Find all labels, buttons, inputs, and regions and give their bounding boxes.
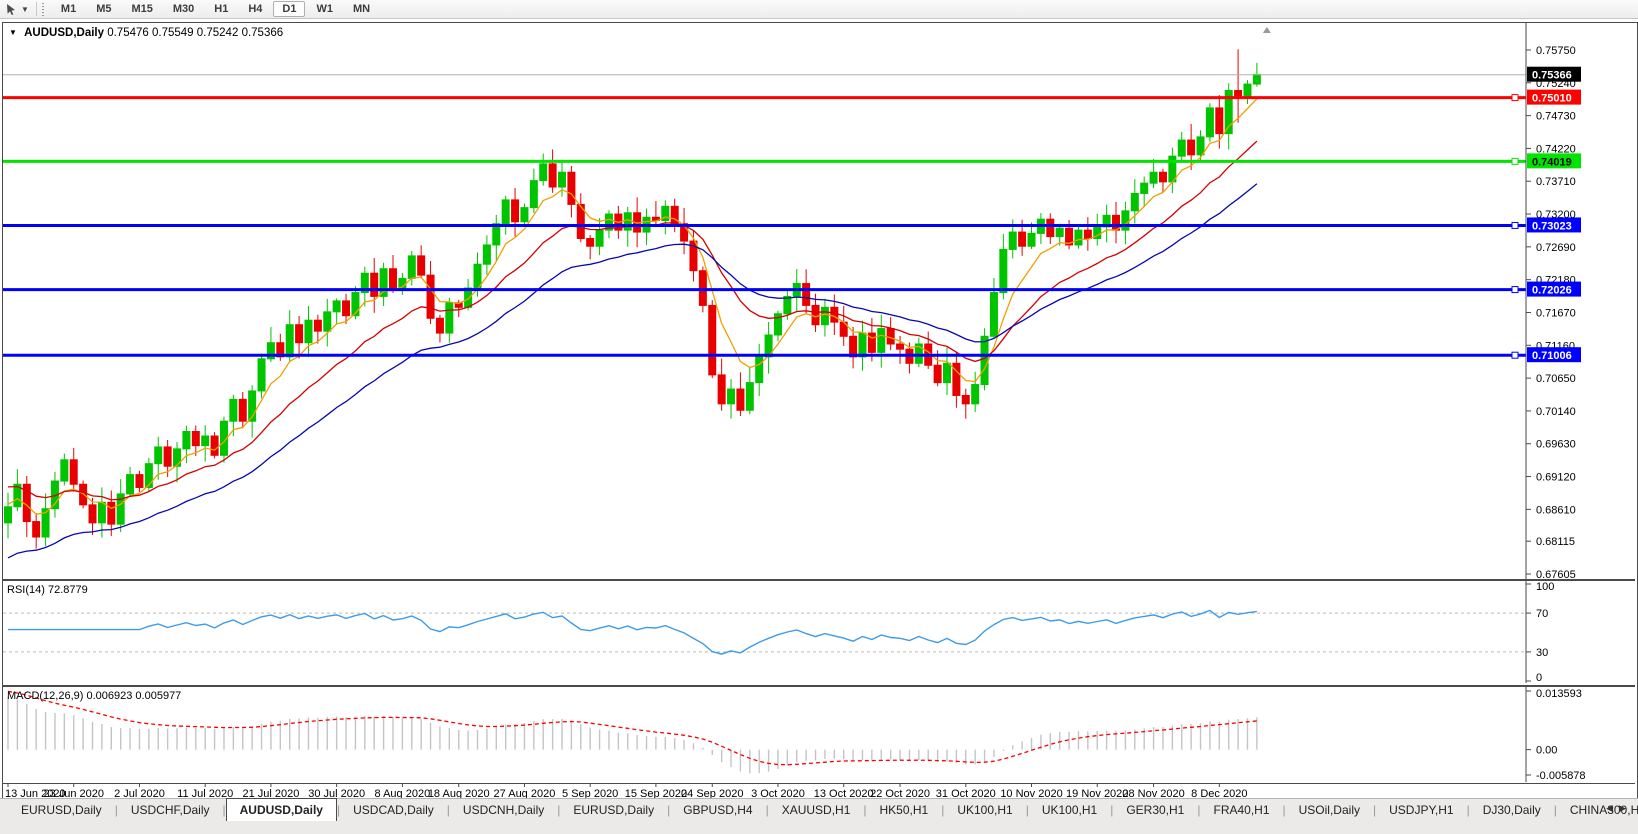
toolbar-separator [36, 2, 37, 16]
price-badge: 0.75366 [1527, 67, 1581, 82]
chart-tab-gbpusd-h4[interactable]: GBPUSD,H4 [670, 800, 765, 821]
timeframe-toolbar: ▼ M1M5M15M30H1H4D1W1MN [0, 0, 1638, 19]
rsi-axis-label: 70 [1536, 608, 1548, 620]
hline-handle[interactable] [1512, 287, 1518, 293]
chart-tab-uk100-h1[interactable]: UK100,H1 [1029, 800, 1110, 821]
svg-text:0.75366: 0.75366 [1532, 70, 1572, 82]
svg-text:0.70650: 0.70650 [1536, 373, 1576, 385]
chart-window: ▼ AUDUSD,Daily 0.75476 0.75549 0.75242 0… [2, 22, 1638, 800]
ohlc-open: 0.75476 [107, 27, 149, 39]
symbol-label: AUDUSD,Daily [24, 27, 104, 39]
timeframe-button-m30[interactable]: M30 [164, 1, 203, 17]
timeframe-button-w1[interactable]: W1 [307, 1, 342, 17]
rsi-chart[interactable]: 100 70 30 0 [3, 581, 1635, 683]
macd-axis-label: 0.00 [1536, 745, 1557, 757]
chart-tab-xauusd-h1[interactable]: XAUUSD,H1 [769, 800, 864, 821]
macd-label: MACD(12,26,9) 0.006923 0.005977 [7, 690, 181, 702]
chart-tab-usoil-daily[interactable]: USOil,Daily [1286, 800, 1373, 821]
mt4-window: ▼ M1M5M15M30H1H4D1W1MN ▼ AUDUSD,Daily 0.… [0, 0, 1638, 834]
chart-tab-fra40-h1[interactable]: FRA40,H1 [1200, 800, 1282, 821]
toolbar-grip[interactable] [42, 3, 46, 16]
ohlc-low: 0.75242 [197, 27, 239, 39]
tab-scroll-arrows: ◀▶ [1606, 803, 1632, 814]
ohlc-close: 0.75366 [242, 27, 284, 39]
ohlc-high: 0.75549 [152, 27, 194, 39]
svg-text:0.67605: 0.67605 [1536, 569, 1576, 579]
scroll-left-icon[interactable]: ◀ [1606, 803, 1619, 813]
svg-text:0.71670: 0.71670 [1536, 307, 1576, 319]
chart-tab-audusd-daily[interactable]: AUDUSD,Daily [226, 798, 337, 821]
chart-tab-usdcad-daily[interactable]: USDCAD,Daily [340, 800, 447, 821]
svg-text:0.70140: 0.70140 [1536, 406, 1576, 418]
chart-tab-usdcnh-daily[interactable]: USDCNH,Daily [450, 800, 557, 821]
cursor-icon [5, 3, 18, 16]
chart-tool-icon[interactable] [1, 2, 21, 16]
chart-tab-bar: EURUSD,Daily|USDCHF,Daily|AUDUSD,Daily|U… [0, 798, 1638, 834]
price-badge: 0.75010 [1527, 90, 1581, 105]
chart-tab-uk100-h1[interactable]: UK100,H1 [944, 800, 1025, 821]
svg-text:0.75010: 0.75010 [1532, 93, 1572, 105]
timeframe-button-m5[interactable]: M5 [87, 1, 120, 17]
price-axis-ticks: 0.757500.752400.747300.742200.737100.732… [1526, 45, 1576, 579]
macd-pane[interactable]: MACD(12,26,9) 0.006923 0.005977 0.013593… [3, 685, 1635, 784]
svg-text:0.72690: 0.72690 [1536, 242, 1576, 254]
chart-tabs: EURUSD,Daily|USDCHF,Daily|AUDUSD,Daily|U… [0, 799, 1638, 821]
chart-title: ▼ AUDUSD,Daily 0.75476 0.75549 0.75242 0… [9, 27, 283, 39]
macd-axis-label: -0.005878 [1536, 770, 1586, 782]
svg-text:0.72026: 0.72026 [1532, 285, 1572, 297]
timeframe-button-h4[interactable]: H4 [239, 1, 271, 17]
price-badge: 0.73023 [1527, 217, 1581, 232]
candlestick-series [5, 49, 1261, 548]
svg-text:0.73023: 0.73023 [1532, 220, 1572, 232]
candlestick-chart[interactable]: 0.757500.752400.747300.742200.737100.732… [3, 23, 1635, 579]
price-badge: 0.72026 [1527, 282, 1581, 297]
chart-tab-hk50-h1[interactable]: HK50,H1 [867, 800, 942, 821]
chart-tab-eurusd-daily[interactable]: EURUSD,Daily [560, 800, 667, 821]
svg-text:0.68610: 0.68610 [1536, 504, 1576, 516]
macd-histogram [8, 697, 1257, 774]
chart-tab-ger30-h1[interactable]: GER30,H1 [1113, 800, 1197, 821]
chart-tab-dj30-daily[interactable]: DJ30,Daily [1470, 800, 1554, 821]
chart-tab-eurusd-daily[interactable]: EURUSD,Daily [8, 800, 115, 821]
svg-text:0.74730: 0.74730 [1536, 111, 1576, 123]
timeframe-buttons: M1M5M15M30H1H4D1W1MN [51, 3, 380, 15]
price-badge: 0.74019 [1527, 153, 1581, 168]
rsi-axis-label: 30 [1536, 647, 1548, 659]
chevron-down-icon[interactable]: ▼ [9, 28, 17, 37]
macd-axis-label: 0.013593 [1536, 688, 1582, 700]
hline-handle[interactable] [1512, 158, 1518, 164]
shift-marker-icon [1263, 27, 1271, 33]
macd-chart[interactable]: 0.013593 0.00 -0.005878 [3, 687, 1635, 782]
hline-handle[interactable] [1512, 95, 1518, 101]
timeframe-button-d1[interactable]: D1 [273, 1, 305, 17]
svg-text:0.73710: 0.73710 [1536, 176, 1576, 188]
hline-handle[interactable] [1512, 352, 1518, 358]
rsi-axis-label: 100 [1536, 581, 1554, 593]
svg-text:0.69120: 0.69120 [1536, 472, 1576, 484]
date-axis-labels: 13 Jun 202023 Jun 20202 Jul 202011 Jul 2… [3, 784, 1635, 799]
rsi-label: RSI(14) 72.8779 [7, 584, 88, 596]
chevron-down-icon[interactable]: ▼ [21, 5, 29, 14]
svg-text:0.75750: 0.75750 [1536, 45, 1576, 57]
chart-tab-usdchf-daily[interactable]: USDCHF,Daily [118, 800, 223, 821]
svg-text:0.69630: 0.69630 [1536, 439, 1576, 451]
rsi-pane[interactable]: RSI(14) 72.8779 100 70 30 0 [3, 579, 1635, 685]
rsi-axis-label: 0 [1536, 672, 1542, 683]
timeframe-button-m1[interactable]: M1 [52, 1, 85, 17]
svg-text:0.71006: 0.71006 [1532, 350, 1572, 362]
timeframe-button-h1[interactable]: H1 [205, 1, 237, 17]
scroll-right-icon[interactable]: ▶ [1619, 803, 1632, 813]
timeframe-button-m15[interactable]: M15 [122, 1, 161, 17]
rsi-line [8, 610, 1257, 654]
price-pane[interactable]: ▼ AUDUSD,Daily 0.75476 0.75549 0.75242 0… [3, 23, 1635, 579]
svg-text:0.74019: 0.74019 [1532, 156, 1572, 168]
svg-text:0.68115: 0.68115 [1536, 536, 1575, 548]
hline-handle[interactable] [1512, 222, 1518, 228]
chart-tab-usdjpy-h1[interactable]: USDJPY,H1 [1376, 800, 1466, 821]
price-badge: 0.71006 [1527, 347, 1581, 362]
timeframe-button-mn[interactable]: MN [344, 1, 379, 17]
